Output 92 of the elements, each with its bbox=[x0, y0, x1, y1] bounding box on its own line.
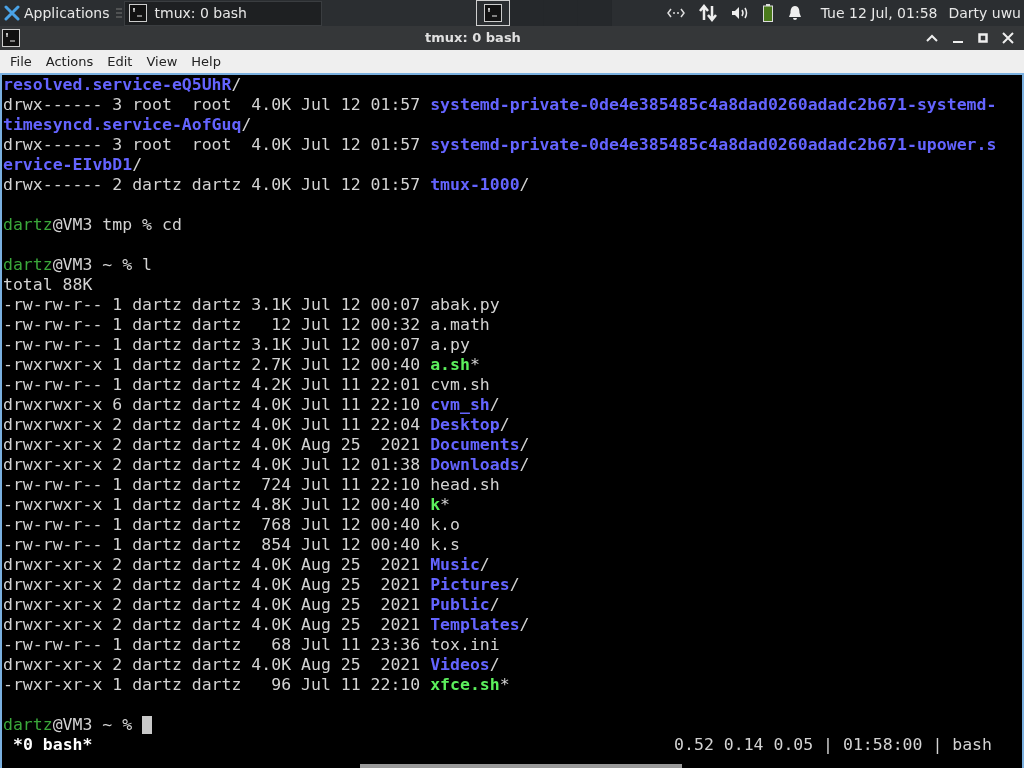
terminal-text: -rwxrwxr-x 1 dartz dartz 4.8K Jul 12 00:40 bbox=[3, 495, 422, 515]
directory-name: systemd-private-0de4e385485c4a8dad0260adadc2b671-systemd- bbox=[430, 95, 997, 115]
terminal-text: @VM3 tmp % cd bbox=[52, 215, 182, 235]
directory-name: Public bbox=[430, 595, 490, 615]
applications-menu[interactable]: Applications bbox=[0, 0, 114, 26]
executable-name: xfce.sh bbox=[430, 675, 500, 695]
scrollbar-thumb[interactable] bbox=[360, 764, 682, 768]
executable-name: a.sh bbox=[430, 355, 470, 375]
directory-name: ervice-EIvbD1 bbox=[3, 155, 133, 175]
menu-item[interactable]: File bbox=[3, 51, 39, 72]
directory-name: Documents bbox=[430, 435, 520, 455]
menu-item[interactable]: Edit bbox=[100, 51, 140, 72]
terminal-text: -rw-rw-r-- 1 dartz dartz 724 Jul 11 22:10 head.sh bbox=[3, 475, 500, 495]
terminal-text: drwxrwxr-x 6 dartz dartz 4.0K Jul 11 22:10 bbox=[3, 395, 422, 415]
terminal-text: -rw-rw-r-- 1 dartz dartz 3.1K Jul 12 00:07 a.py bbox=[3, 335, 470, 355]
prompt-user: dartz bbox=[3, 715, 53, 735]
terminal-text: / bbox=[519, 175, 530, 195]
terminal-text: / bbox=[499, 415, 510, 435]
directory-name: Music bbox=[430, 555, 480, 575]
bell-icon bbox=[786, 5, 803, 21]
x-logo-icon bbox=[4, 5, 20, 21]
shade-icon[interactable] bbox=[926, 34, 938, 42]
directory-name: Videos bbox=[430, 655, 490, 675]
menu-item[interactable]: Actions bbox=[38, 51, 101, 72]
prompt-user: dartz bbox=[3, 215, 53, 235]
terminal-text: / bbox=[489, 655, 500, 675]
terminal-text: / bbox=[132, 155, 143, 175]
tmux-window-tab[interactable]: *0 bash* bbox=[13, 735, 93, 755]
directory-name: resolved.service-eQ5UhR bbox=[3, 75, 232, 95]
executable-name: k bbox=[430, 495, 441, 515]
terminal-text: / bbox=[509, 575, 520, 595]
terminal-text: drwxr-xr-x 2 dartz dartz 4.0K Aug 25 2021 bbox=[3, 595, 422, 615]
terminal-text: / bbox=[231, 75, 242, 95]
window-thumbnail-icon bbox=[483, 4, 502, 22]
cursor bbox=[142, 716, 153, 734]
terminal-icon bbox=[128, 4, 147, 22]
directory-name: cvm_sh bbox=[430, 395, 490, 415]
directory-name: Desktop bbox=[430, 415, 500, 435]
terminal-text: total 88K bbox=[3, 275, 93, 295]
terminal-text: -rwxrwxr-x 1 dartz dartz 2.7K Jul 12 00:40 bbox=[3, 355, 422, 375]
terminal-text: drwxrwxr-x 2 dartz dartz 4.0K Jul 11 22:04 bbox=[3, 415, 422, 435]
directory-name: Templates bbox=[430, 615, 520, 635]
battery-icon bbox=[762, 4, 773, 22]
window-title: tmux: 0 bash bbox=[425, 29, 521, 48]
terminal-text: drwxr-xr-x 2 dartz dartz 4.0K Aug 25 2021 bbox=[3, 555, 422, 575]
terminal-text: / bbox=[519, 455, 530, 475]
terminal-text: -rw-rw-r-- 1 dartz dartz 12 Jul 12 00:32 a.math bbox=[3, 315, 490, 335]
terminal-text: -rwxr-xr-x 1 dartz dartz 96 Jul 11 22:10 bbox=[3, 675, 422, 695]
volume-icon bbox=[730, 5, 749, 21]
terminal-text: * bbox=[499, 675, 510, 695]
terminal-text: -rw-rw-r-- 1 dartz dartz 3.1K Jul 12 00:07 abak.py bbox=[3, 295, 500, 315]
directory-name: tmux-1000 bbox=[430, 175, 520, 195]
terminal-text: drwxr-xr-x 2 dartz dartz 4.0K Aug 25 2021 bbox=[3, 575, 422, 595]
terminal-text: -rw-rw-r-- 1 dartz dartz 854 Jul 12 00:40 k.s bbox=[3, 535, 460, 555]
terminal-text: @VM3 ~ % bbox=[52, 715, 134, 735]
terminal-text: -rw-rw-r-- 1 dartz dartz 4.2K Jul 11 22:01 cvm.sh bbox=[3, 375, 490, 395]
menu-item[interactable]: View bbox=[139, 51, 185, 72]
transfer-icon bbox=[698, 4, 717, 22]
terminal-text: @VM3 ~ % l bbox=[52, 255, 152, 275]
clock[interactable]: Tue 12 Jul, 01:58 bbox=[820, 2, 938, 24]
terminal-text: * bbox=[440, 495, 451, 515]
terminal-text: drwxr-xr-x 2 dartz dartz 4.0K Aug 25 2021 bbox=[3, 615, 422, 635]
menu-item[interactable]: Help bbox=[184, 51, 228, 72]
directory-name: timesyncd.service-AofGuq bbox=[3, 115, 242, 135]
close-icon[interactable] bbox=[1002, 32, 1014, 44]
terminal-text: / bbox=[489, 395, 500, 415]
taskbar-button[interactable]: tmux: 0 bash bbox=[123, 0, 322, 26]
terminal-text: drwxr-xr-x 2 dartz dartz 4.0K Jul 12 01:38 bbox=[3, 455, 422, 475]
terminal-text: drwxr-xr-x 2 dartz dartz 4.0K Aug 25 2021 bbox=[3, 655, 422, 675]
directory-name: systemd-private-0de4e385485c4a8dad0260adadc2b671-upower.s bbox=[430, 135, 997, 155]
terminal-text: drwx------ 3 root root 4.0K Jul 12 01:57 bbox=[3, 135, 422, 155]
tmux-status: 0.52 0.14 0.05 | 01:58:00 | bash bbox=[674, 735, 992, 755]
directory-name: Pictures bbox=[430, 575, 510, 595]
terminal-icon bbox=[2, 29, 20, 47]
terminal-text: -rw-rw-r-- 1 dartz dartz 68 Jul 11 23:36 tox.ini bbox=[3, 635, 500, 655]
terminal-text: drwxr-xr-x 2 dartz dartz 4.0K Aug 25 2021 bbox=[3, 435, 422, 455]
user-name[interactable]: Darty uwu bbox=[948, 2, 1021, 24]
workspace-button[interactable] bbox=[509, 0, 544, 26]
terminal-text: * bbox=[469, 355, 480, 375]
maximize-icon[interactable] bbox=[978, 33, 988, 43]
directory-name: Downloads bbox=[430, 455, 520, 475]
terminal-text: / bbox=[479, 555, 490, 575]
terminal-text: -rw-rw-r-- 1 dartz dartz 768 Jul 12 00:40 k.o bbox=[3, 515, 460, 535]
terminal-text: / bbox=[519, 615, 530, 635]
terminal-text: / bbox=[489, 595, 500, 615]
handle-icon bbox=[115, 7, 122, 19]
terminal-text: drwx------ 2 dartz dartz 4.0K Jul 12 01:57 bbox=[3, 175, 422, 195]
prompt-user: dartz bbox=[3, 255, 53, 275]
terminal-text: / bbox=[241, 115, 252, 135]
terminal-text: drwx------ 3 root root 4.0K Jul 12 01:57 bbox=[3, 95, 422, 115]
network-icon bbox=[666, 8, 685, 18]
terminal-text: / bbox=[519, 435, 530, 455]
